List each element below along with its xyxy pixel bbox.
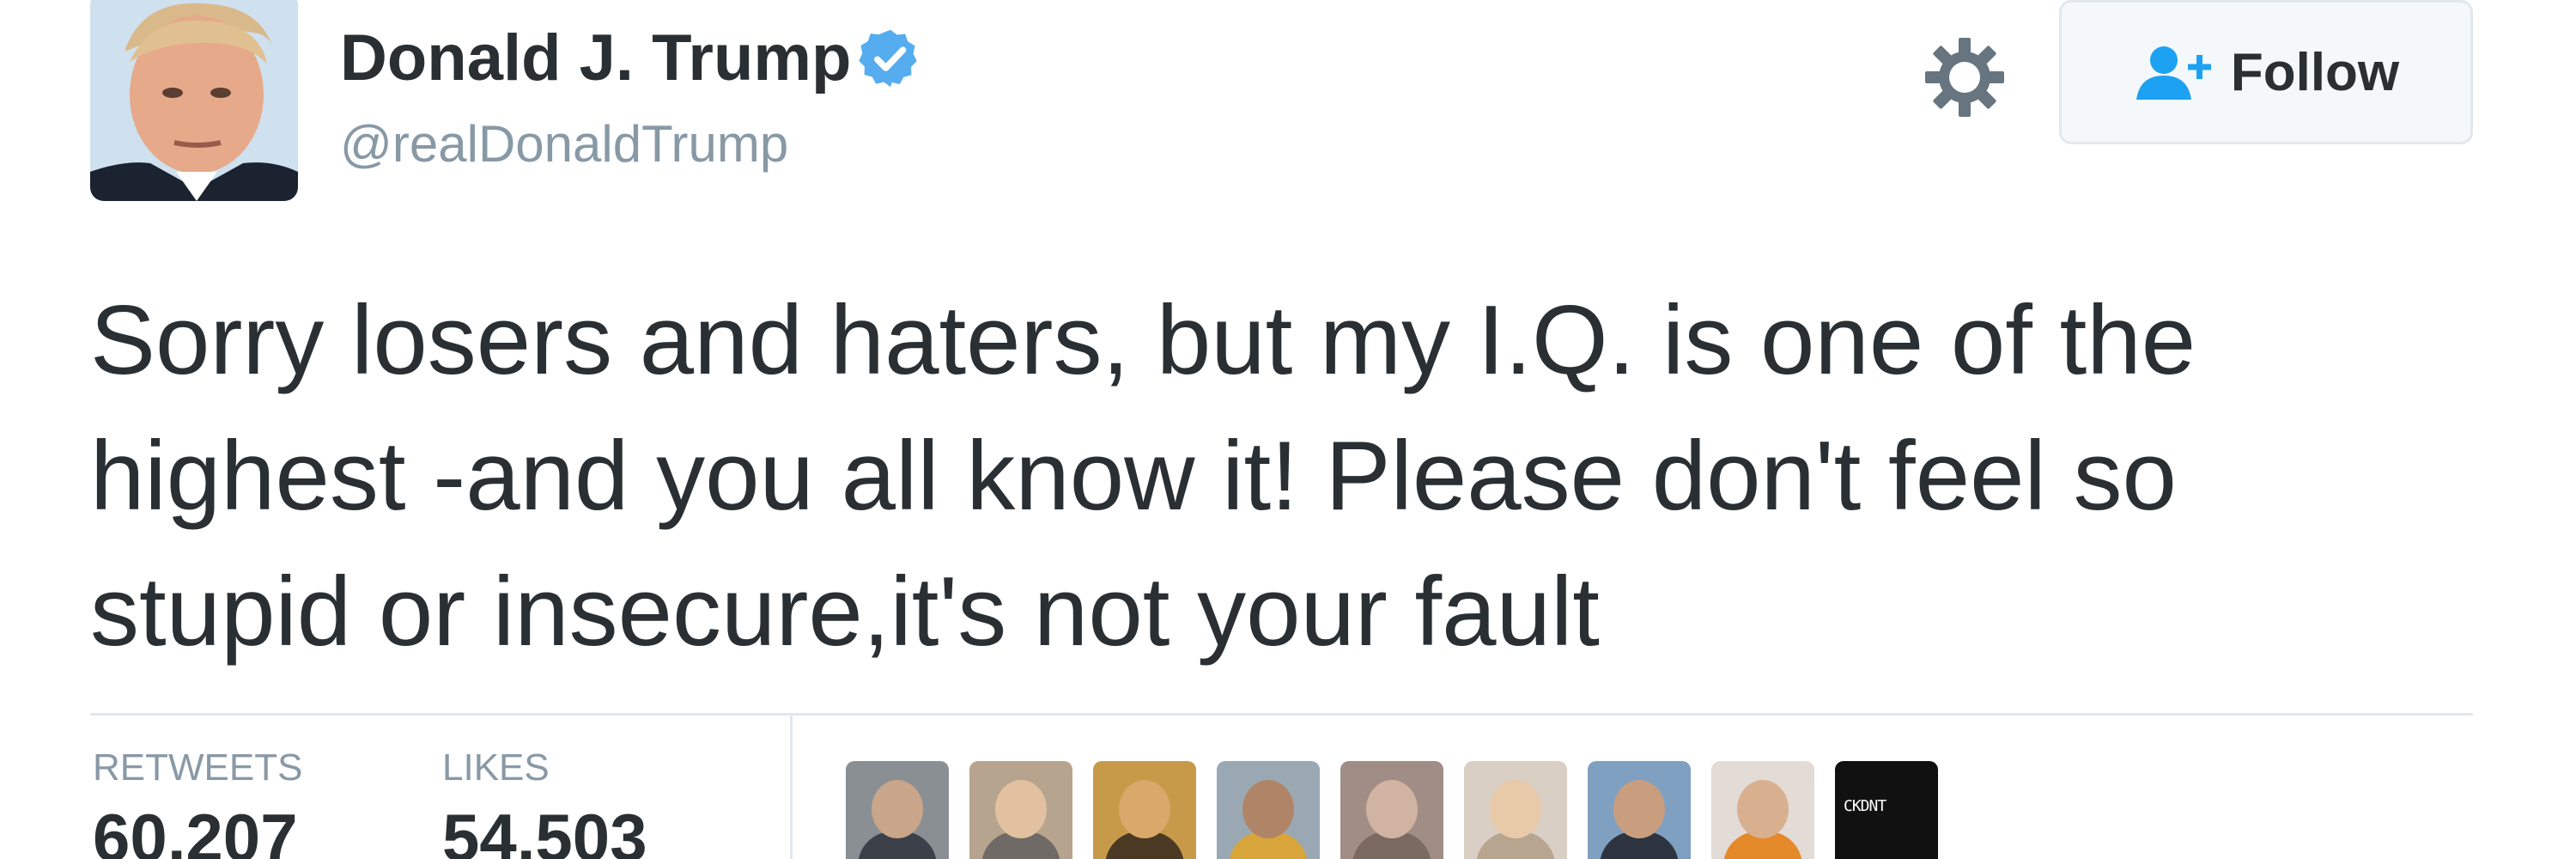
user-handle[interactable]: @realDonaldTrump	[340, 119, 788, 170]
stats-divider	[90, 713, 2473, 716]
likes-count[interactable]: 54,503	[442, 804, 647, 859]
liker-avatar-face	[1242, 780, 1294, 838]
liker-avatar-5[interactable]	[1340, 761, 1443, 859]
liker-avatar-9[interactable]: CKDNT	[1835, 761, 1938, 859]
add-user-icon	[2133, 41, 2215, 103]
tweet-text-line: stupid or insecure,it's not your fault	[90, 557, 1600, 667]
likes-label[interactable]: LIKES	[442, 749, 550, 787]
liker-avatar-face	[1366, 780, 1418, 838]
liker-avatar-3[interactable]	[1093, 761, 1196, 859]
stats-vertical-divider	[790, 716, 793, 859]
avatar[interactable]	[90, 0, 298, 201]
tweet-text-line: Sorry losers and haters, but my I.Q. is …	[90, 286, 2196, 395]
gear-icon[interactable]	[1922, 34, 2008, 120]
liker-avatar-face	[872, 780, 923, 838]
follow-button[interactable]: Follow	[2059, 0, 2473, 144]
liker-avatars: CKDNT	[846, 761, 1959, 859]
liker-avatar-1[interactable]	[846, 761, 949, 859]
liker-avatar-2[interactable]	[969, 761, 1072, 859]
display-name-text: Donald J. Trump	[340, 21, 852, 94]
verified-badge-icon	[858, 26, 923, 91]
liker-avatar-7[interactable]	[1588, 761, 1691, 859]
follow-label: Follow	[2230, 42, 2400, 102]
liker-avatar-text: CKDNT	[1844, 797, 1886, 815]
liker-avatar-4[interactable]	[1217, 761, 1320, 859]
liker-avatar-face	[1490, 780, 1541, 838]
liker-avatar-8[interactable]	[1711, 761, 1814, 859]
liker-avatar-face	[1119, 780, 1170, 838]
display-name[interactable]: Donald J. Trump	[340, 26, 923, 91]
retweets-label[interactable]: RETWEETS	[93, 749, 302, 787]
profile-photo	[90, 0, 298, 201]
liker-avatar-face	[1737, 780, 1789, 838]
retweets-count[interactable]: 60,207	[93, 804, 298, 859]
liker-avatar-face	[995, 780, 1047, 838]
liker-avatar-6[interactable]	[1464, 761, 1567, 859]
tweet-text: Sorry losers and haters, but my I.Q. is …	[90, 273, 2512, 680]
tweet-text-line: highest -and you all know it! Please don…	[90, 422, 2177, 531]
liker-avatar-face	[1613, 780, 1665, 838]
